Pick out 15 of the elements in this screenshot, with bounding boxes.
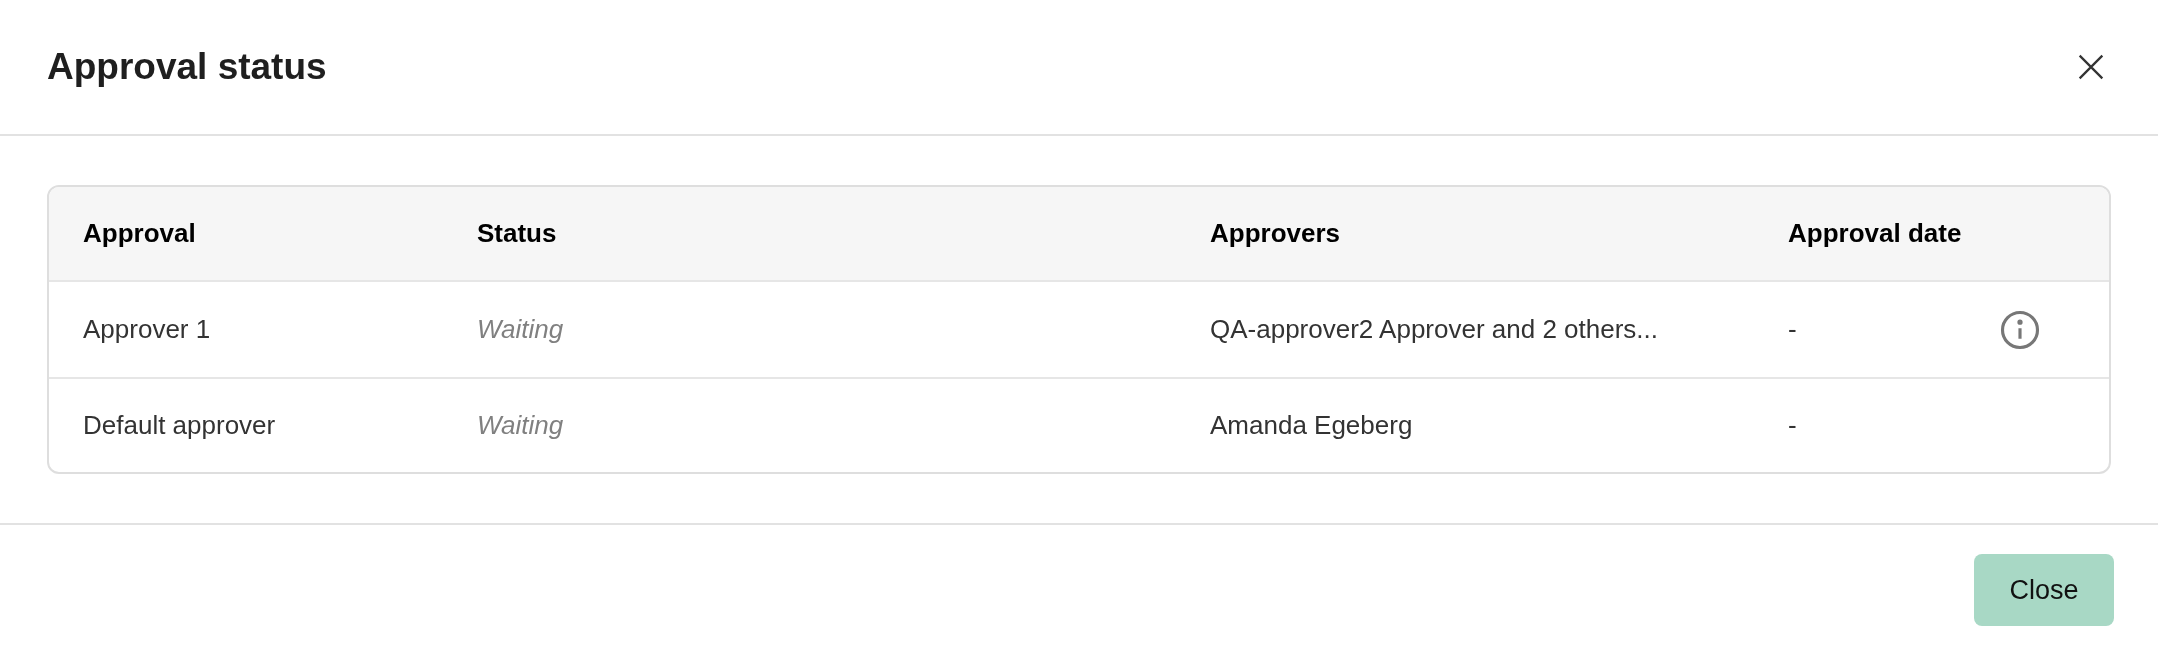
column-header: Approval date bbox=[1787, 217, 1963, 250]
column-header: Approval bbox=[82, 217, 197, 250]
status-text: Waiting bbox=[476, 409, 565, 442]
table-cell-text: Default approver bbox=[82, 409, 277, 442]
table-cell-text: Amanda Egeberg bbox=[1209, 409, 1414, 442]
info-icon[interactable] bbox=[1999, 308, 2041, 351]
dialog-title: Approval status bbox=[47, 45, 327, 90]
status-text: Waiting bbox=[476, 313, 565, 346]
table-cell-text: Approver 1 bbox=[82, 313, 212, 346]
column-header: Approvers bbox=[1209, 217, 1342, 250]
table-cell-text: QA-approver2 Approver and 2 others... bbox=[1209, 313, 1660, 346]
column-header: Status bbox=[476, 217, 558, 250]
table-cell-text: - bbox=[1787, 313, 1798, 346]
close-button[interactable]: Close bbox=[1974, 554, 2114, 626]
table-cell-text: - bbox=[1787, 409, 1798, 442]
